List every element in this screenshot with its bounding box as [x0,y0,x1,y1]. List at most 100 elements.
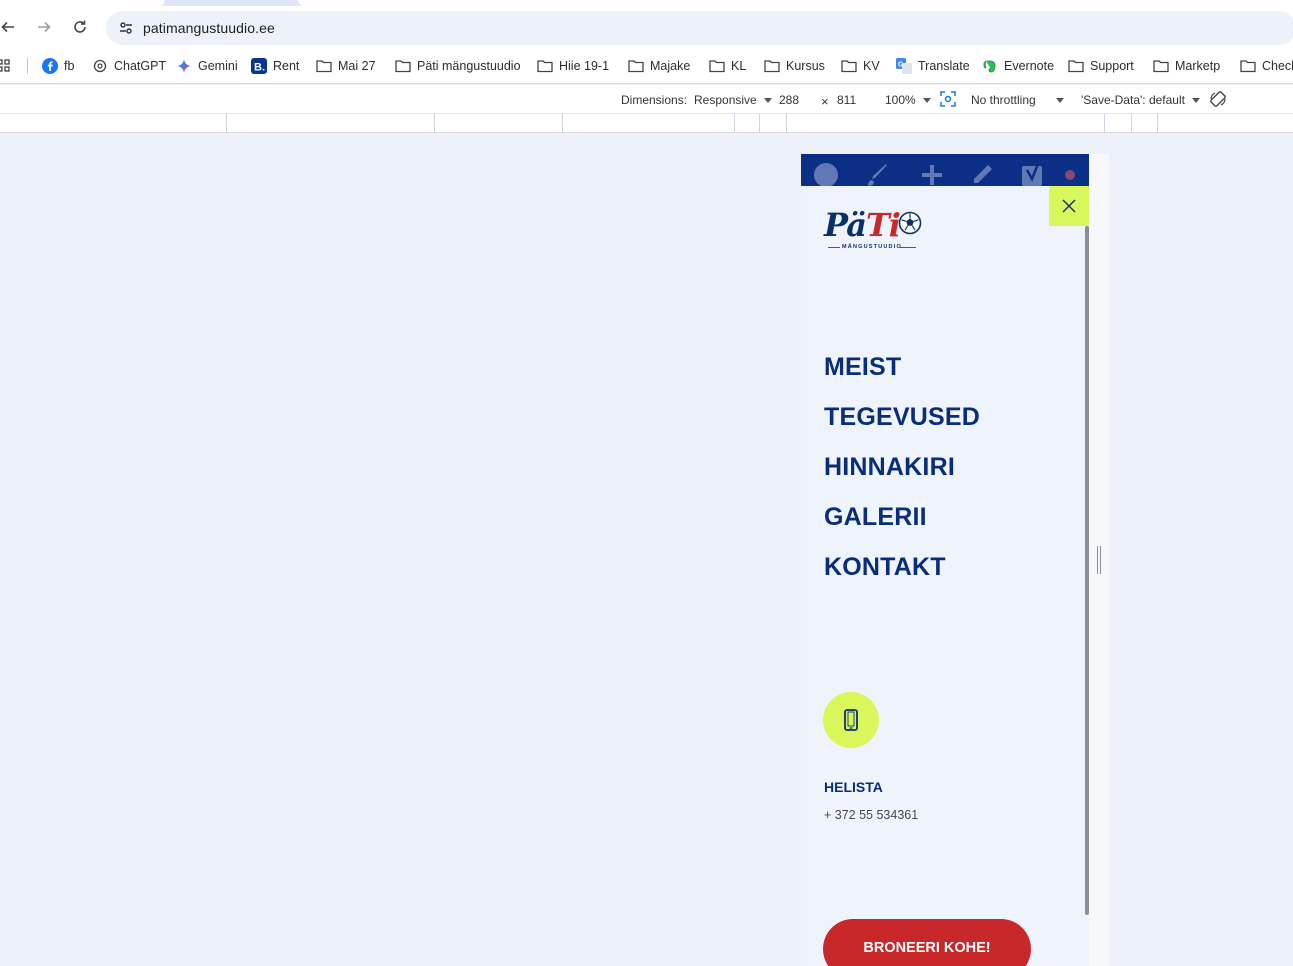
bookmark-label: Marketp [1175,59,1221,73]
url-text[interactable]: patimangustuudio.ee [143,20,275,36]
address-bar[interactable]: patimangustuudio.ee [106,11,1293,45]
bookmark-gemini[interactable]: Gemini [176,56,238,76]
bookmark-evernote[interactable]: Evernote [982,56,1054,76]
throttling-value: No throttling [971,93,1036,107]
bookmark-label: Majake [650,59,691,73]
forward-button[interactable] [32,15,56,39]
bookmark-label: KL [731,59,747,73]
pencil-icon[interactable] [969,162,995,188]
bookmark-label: Support [1090,59,1134,73]
dimensions-text: Dimensions: [621,93,688,107]
bookmark-label: Hiie 19-1 [559,59,610,73]
page-scrollbar[interactable] [1085,226,1089,915]
chevron-down-icon [1191,97,1200,103]
menu-item-tegevused[interactable]: TEGEVUSED [824,402,980,452]
bookmark-hiie[interactable]: Hiie 19-1 [537,56,609,76]
height-value: 811 [837,93,857,107]
bookmark-pati-mangustuudio[interactable]: Päti mängustuudio [395,56,521,76]
site-logo[interactable]: PäTi MÄNGUSTUUDIO [824,206,934,254]
call-label: HELISTA [824,779,883,795]
bookmark-label: Translate [918,59,970,73]
logo-tagline: MÄNGUSTUUDIO [842,244,902,250]
width-input[interactable]: 288 [779,93,799,107]
plus-icon[interactable] [919,162,945,188]
ruler-tick [786,114,787,133]
bookmarks-bar: fb ChatGPT Gemini B. Rent Mai 27 Päti mä… [0,48,1293,84]
evernote-icon [982,58,998,74]
site-info-button[interactable] [114,16,138,40]
bookmark-rent[interactable]: B. Rent [251,56,299,76]
svg-text:B.: B. [254,62,265,74]
dashboard-icon[interactable] [813,162,839,188]
bookmark-check[interactable]: Check [1240,56,1293,76]
width-value: 288 [779,93,800,107]
folder-icon [764,58,780,74]
brush-icon[interactable] [865,162,891,188]
ruler-tick [759,114,760,133]
bookmark-mai-27[interactable]: Mai 27 [316,56,376,76]
folder-icon [709,58,725,74]
bookmark-translate[interactable]: G Translate [896,56,970,76]
bookmark-label: Kursus [786,59,825,73]
menu-item-meist[interactable]: MEIST [824,352,980,402]
bookmark-marketp[interactable]: Marketp [1153,56,1220,76]
folder-icon [537,58,553,74]
bookmark-kl[interactable]: KL [709,56,746,76]
times-symbol: × [821,94,829,109]
yoast-icon[interactable] [1021,162,1047,188]
rotate-button[interactable] [1209,90,1227,108]
browser-toolbar: patimangustuudio.ee [0,6,1293,48]
menu-item-hinnakiri[interactable]: HINNAKIRI [824,452,980,502]
dimensions-label: Dimensions: [621,93,687,107]
bookmark-label: Rent [273,59,300,73]
device-value: Responsive [694,93,757,107]
apps-button[interactable] [0,56,11,76]
bookmark-label: Päti mängustuudio [417,59,521,73]
emulated-page: PäTi MÄNGUSTUUDIO MEIST TEGEVUSED HINNAK… [801,154,1089,966]
bookmark-chatgpt[interactable]: ChatGPT [92,56,166,76]
booking-icon: B. [251,58,267,74]
phone-number-link[interactable]: + 372 55 534361 [824,808,918,822]
back-button[interactable] [0,15,20,39]
media-query-ruler[interactable] [0,113,1293,133]
zoom-select[interactable]: 100% [885,93,931,107]
resize-grip-line [1097,546,1098,574]
bookmarks-separator [27,58,28,74]
call-icon-button[interactable] [823,692,879,748]
close-menu-button[interactable] [1049,186,1089,226]
ruler-tick [734,114,735,133]
viewport-resize-handle[interactable] [1096,546,1103,574]
chevron-down-icon [1055,97,1064,103]
mobile-nav-menu: MEIST TEGEVUSED HINNAKIRI GALERII KONTAK… [824,352,980,602]
screenshot-capture-icon [940,91,956,107]
mobile-phone-icon [844,709,858,731]
ruler-tick [226,114,227,133]
folder-icon [1153,58,1169,74]
menu-item-galerii[interactable]: GALERII [824,502,980,552]
reload-button[interactable] [68,15,92,39]
bookmark-label: Check [1262,59,1293,73]
zoom-value: 100% [885,93,916,107]
apps-grid-icon [0,59,10,72]
ruler-tick [1131,114,1132,133]
bookmark-kv[interactable]: KV [841,56,880,76]
ruler-tick [1104,114,1105,133]
mobile-menu-panel: PäTi MÄNGUSTUUDIO MEIST TEGEVUSED HINNAK… [801,186,1089,966]
save-data-select[interactable]: 'Save-Data': default [1081,93,1200,107]
folder-icon [1240,58,1256,74]
folder-icon [841,58,857,74]
height-input[interactable]: 811 [837,93,856,107]
device-posture-button[interactable] [940,91,956,107]
gemini-icon [176,58,192,74]
bookmark-fb[interactable]: fb [42,56,74,76]
status-dot-icon [1057,162,1083,188]
reload-icon [74,20,86,33]
book-now-button[interactable]: BRONEERI KOHE! [823,919,1031,966]
throttling-select[interactable]: No throttling [971,93,1064,107]
bookmark-kursus[interactable]: Kursus [764,56,825,76]
device-select[interactable]: Responsive [694,93,772,107]
bookmark-support[interactable]: Support [1068,56,1134,76]
bookmark-majake[interactable]: Majake [628,56,690,76]
menu-item-kontakt[interactable]: KONTAKT [824,552,980,602]
folder-icon [316,58,332,74]
